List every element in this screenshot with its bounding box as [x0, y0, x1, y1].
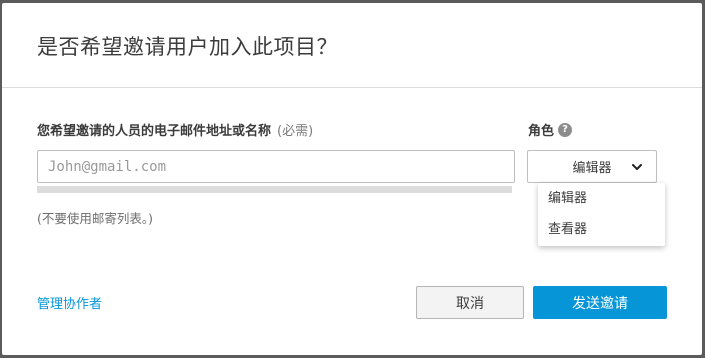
- input-underline-bar: [37, 186, 512, 193]
- send-invite-button[interactable]: 发送邀请: [533, 286, 667, 319]
- invite-dialog: 是否希望邀请用户加入此项目？ 您希望邀请的人员的电子邮件地址或名称 (必需) (不…: [2, 3, 702, 355]
- role-dropdown-menu: 编辑器 查看器: [538, 183, 665, 246]
- role-option-viewer[interactable]: 查看器: [538, 214, 665, 245]
- required-indicator: (必需): [277, 124, 314, 139]
- dialog-title: 是否希望邀请用户加入此项目？: [37, 35, 338, 59]
- email-field-label: 您希望邀请的人员的电子邮件地址或名称 (必需): [37, 120, 313, 139]
- role-label: 角色 ?: [528, 120, 573, 139]
- mailing-list-hint: (不要使用邮寄列表。): [37, 211, 154, 226]
- email-input[interactable]: [37, 150, 515, 183]
- role-label-text: 角色: [528, 124, 555, 139]
- role-select[interactable]: 编辑器: [527, 150, 657, 183]
- role-option-editor[interactable]: 编辑器: [538, 183, 665, 214]
- dialog-header: 是否希望邀请用户加入此项目？: [2, 3, 702, 88]
- email-label-text: 您希望邀请的人员的电子邮件地址或名称: [37, 124, 272, 139]
- chevron-down-icon: [632, 164, 642, 170]
- cancel-button[interactable]: 取消: [416, 286, 524, 319]
- manage-collaborators-link[interactable]: 管理协作者: [37, 293, 102, 312]
- role-selected-value: 编辑器: [572, 161, 612, 176]
- question-circle-icon[interactable]: ?: [558, 122, 573, 137]
